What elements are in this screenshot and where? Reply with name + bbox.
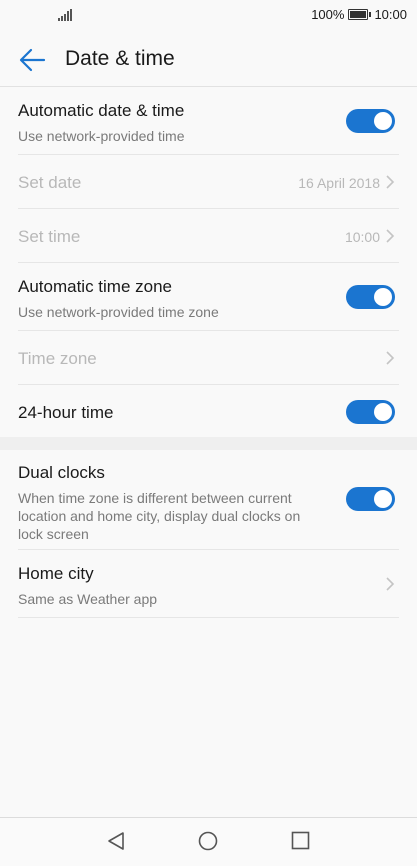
setting-label: Automatic time zone: [18, 277, 173, 296]
signal-icon: [58, 9, 72, 21]
setting-label: Automatic date & time: [18, 101, 185, 120]
divider: [18, 384, 399, 385]
divider: [18, 262, 399, 263]
status-bar: 100% 10:00: [0, 0, 417, 32]
divider: [18, 208, 399, 209]
chevron-right-icon: [386, 229, 395, 243]
dual-clocks-toggle[interactable]: [346, 487, 395, 511]
app-header: Date & time: [0, 32, 417, 87]
setting-sub: Use network-provided time: [18, 128, 185, 144]
setting-label: Set time: [18, 227, 81, 246]
page-title: Date & time: [65, 47, 175, 70]
set-date-value: 16 April 2018: [298, 175, 380, 191]
navigation-bar: [0, 817, 417, 866]
divider: [18, 330, 399, 331]
chevron-right-icon: [386, 175, 395, 189]
home-circle-icon[interactable]: [198, 831, 218, 851]
24-hour-time-toggle[interactable]: [346, 400, 395, 424]
battery-percent: 100%: [311, 7, 345, 22]
automatic-time-zone-toggle[interactable]: [346, 285, 395, 309]
setting-label: Home city: [18, 564, 94, 583]
chevron-right-icon: [386, 577, 395, 591]
divider: [18, 617, 399, 618]
setting-sub: Use network-provided time zone: [18, 304, 219, 320]
setting-sub: Same as Weather app: [18, 591, 158, 607]
automatic-date-time-toggle[interactable]: [346, 109, 395, 133]
divider: [18, 154, 399, 155]
status-right: 100% 10:00: [311, 7, 407, 22]
set-time-value: 10:00: [344, 229, 380, 245]
battery-icon: [348, 9, 372, 20]
clock: 10:00: [374, 7, 407, 22]
setting-24-hour-time[interactable]: 24-hour time: [18, 403, 399, 423]
divider: [18, 549, 399, 550]
back-triangle-icon[interactable]: [107, 831, 125, 851]
setting-label: Time zone: [18, 349, 97, 368]
setting-label: Dual clocks: [18, 463, 105, 482]
setting-automatic-time-zone[interactable]: Automatic time zone Use network-provided…: [18, 277, 399, 321]
setting-dual-clocks[interactable]: Dual clocks When time zone is different …: [18, 463, 327, 543]
setting-set-time[interactable]: Set time: [18, 227, 399, 247]
setting-home-city[interactable]: Home city Same as Weather app: [18, 564, 399, 608]
setting-label: 24-hour time: [18, 403, 114, 422]
back-arrow-icon[interactable]: [18, 47, 46, 73]
setting-sub: When time zone is different between curr…: [18, 490, 301, 542]
section-separator: [0, 437, 417, 450]
recents-square-icon[interactable]: [291, 831, 310, 850]
setting-automatic-date-time[interactable]: Automatic date & time Use network-provid…: [18, 101, 399, 145]
setting-time-zone[interactable]: Time zone: [18, 349, 399, 369]
chevron-right-icon: [386, 351, 395, 365]
